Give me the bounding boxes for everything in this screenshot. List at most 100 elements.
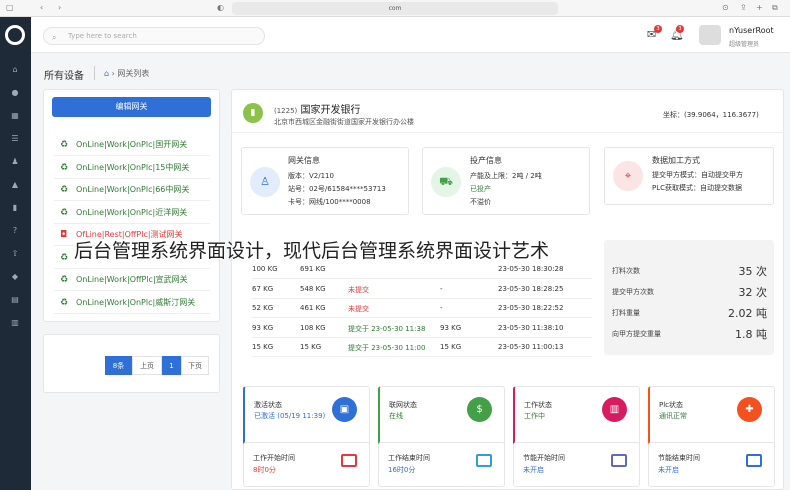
table-cell-b: 691 KG — [300, 265, 326, 273]
time-card: 工作开始时间 8时0分 — [243, 442, 370, 487]
table-row: 15 KG 15 KG 提交于 23-05-30 11:00 15 KG 23-05-3… — [252, 338, 592, 357]
page-number-button[interactable]: 1 — [162, 356, 181, 375]
chat-icon — [611, 454, 627, 467]
lock-icon: ▣ — [332, 397, 357, 422]
time-card-title: 节能开始时间 — [523, 454, 565, 462]
stat-row: 打料次数 35 次 — [612, 265, 768, 284]
window-icon — [476, 454, 492, 467]
edit-gateway-button[interactable]: 编辑网关 — [52, 97, 211, 117]
avatar[interactable] — [699, 25, 721, 45]
info-line: 卡号：网线/100****0008 — [288, 198, 371, 206]
gateway-status-icon: ♻ — [60, 297, 69, 308]
coord-value: (39.9064，116.3677) — [684, 111, 759, 119]
table-cell-status: 未提交 — [348, 285, 369, 294]
status-card-value: 已激活 (05/19 11:39) — [254, 412, 326, 420]
stat-value: 2.02 吨 — [728, 307, 767, 320]
sidebar-toggle-icon[interactable]: ▢ — [6, 3, 14, 12]
gateway-label: OnLine|Work|OffPlc|宣武网关 — [76, 275, 188, 284]
table-cell-a: 15 KG — [252, 343, 274, 351]
info-line: 已投产 — [470, 185, 491, 193]
gateway-item[interactable]: ♻ OnLine|Work|OnPlc|国开网关 — [54, 134, 210, 156]
gateway-status-icon: ♻ — [60, 207, 69, 218]
new-tab-icon[interactable]: + — [756, 3, 763, 12]
address-bar[interactable]: com — [232, 2, 558, 15]
tag-icon[interactable]: ◆ — [8, 272, 22, 282]
forward-icon[interactable]: › — [58, 3, 61, 12]
search-icon: ⌕ — [52, 33, 57, 42]
gateway-label: OnLine|Work|OnPlc|近洋网关 — [76, 207, 188, 217]
table-cell-b: 461 KG — [300, 304, 326, 312]
stat-label: 提交甲方次数 — [612, 288, 654, 296]
device-address: 北京市西城区金融街街道国家开发银行办公楼 — [274, 118, 414, 126]
upload-icon[interactable]: ⇧ — [8, 249, 22, 259]
table-cell-a: 100 KG — [252, 265, 278, 273]
time-card-value: 8时0分 — [253, 466, 276, 474]
time-card-title: 工作开始时间 — [253, 454, 295, 462]
time-card: 工作结束时间 16时0分 — [378, 442, 505, 487]
tabs-icon[interactable]: ⧉ — [772, 3, 778, 13]
table-cell-time: 23-05-30 18:28:25 — [498, 284, 564, 293]
back-icon[interactable]: ‹ — [40, 3, 43, 12]
gateway-status-icon: ◘ — [60, 230, 68, 240]
table-cell-c: 15 KG — [440, 343, 462, 351]
username[interactable]: nYuserRoot — [729, 26, 774, 35]
user-icon[interactable]: ♟ — [8, 157, 22, 167]
gateway-item[interactable]: ♻ OnLine|Work|OnPlc|近洋网关 — [54, 202, 210, 224]
gateway-status-icon: ♻ — [60, 252, 69, 263]
stat-value: 32 次 — [738, 286, 768, 299]
file-icon[interactable]: ▤ — [8, 295, 22, 305]
grid-icon[interactable]: ▦ — [8, 111, 22, 121]
chart-icon[interactable]: ▮ — [8, 203, 22, 213]
doc-icon[interactable]: ▥ — [8, 318, 22, 328]
page-size-select[interactable]: 8条 — [105, 356, 132, 375]
top-bar: ⌕ Type here to search ✉ 3 🔔︎ 3 nYuserRoo… — [31, 17, 790, 53]
table-row: 93 KG 108 KG 提交于 23-05-30 11:38 93 KG 23-05-… — [252, 319, 592, 338]
warning-icon[interactable]: ▲ — [8, 180, 22, 190]
privacy-icon: ◐ — [217, 3, 224, 12]
gateway-item[interactable]: ♻ OnLine|Work|OnPlc|66中网关 — [54, 179, 210, 201]
share-icon[interactable]: ⇪ — [740, 3, 747, 12]
stat-row: 打料重量 2.02 吨 — [612, 307, 767, 326]
table-cell-status: 未提交 — [348, 305, 369, 313]
side-nav: ⌂ ● ▦ ☰ ♟ ▲ ▮ ? ⇧ ◆ ▤ ▥ — [0, 17, 31, 490]
status-card-title: 激活状态 — [254, 401, 282, 409]
calendar-icon — [341, 454, 357, 467]
next-page-button[interactable]: 下页 — [181, 356, 209, 375]
gateway-status-icon: ♻ — [60, 140, 69, 150]
gateway-item[interactable]: ♻ OnLine|Work|OnPlc|威斯汀网关 — [54, 292, 210, 314]
divider — [231, 132, 784, 133]
gateway-item[interactable]: ♻ OnLine|Work|OffPlc|宣武网关 — [54, 269, 210, 291]
user-role: 超级管理员 — [729, 41, 760, 48]
download-icon[interactable]: ⊙ — [722, 3, 729, 12]
dollar-icon: $ — [467, 397, 492, 422]
status-card-title: 工作状态 — [524, 401, 552, 409]
divider — [94, 66, 95, 80]
gateway-status-icon: ♻ — [60, 275, 69, 285]
home-icon[interactable]: ⌂ — [104, 69, 109, 78]
help-icon[interactable]: ? — [8, 226, 22, 236]
home-icon[interactable]: ⌂ — [8, 65, 22, 75]
logo-icon[interactable] — [5, 25, 25, 45]
search-input[interactable]: ⌕ Type here to search — [43, 27, 265, 45]
table-cell-status: 提交于 23-05-30 11:00 — [348, 344, 426, 352]
drop-icon[interactable]: ● — [8, 88, 22, 98]
info-card-title: 投产信息 — [470, 156, 502, 165]
time-card: 节能结束时间 未开启 — [648, 442, 775, 487]
table-cell-b: 548 KG — [300, 284, 326, 293]
gateway-item[interactable]: ♻ OnLine|Work|OnPlc|15中网关 — [54, 157, 210, 179]
stat-row: 提交甲方次数 32 次 — [612, 286, 768, 305]
browser-toolbar: ▢ ‹ › ◐ com ⊙ ⇪ + ⧉ — [0, 0, 790, 17]
truck-icon — [746, 454, 762, 467]
prev-page-button[interactable]: 上页 — [132, 356, 162, 375]
stat-row: 向甲方提交重量 1.8 吨 — [612, 328, 767, 347]
info-card-title: 数据加工方式 — [652, 156, 700, 165]
list-icon[interactable]: ☰ — [8, 134, 22, 144]
time-card-title: 节能结束时间 — [658, 454, 700, 462]
gateway-label: OnLine|Work|OnPlc|威斯汀网关 — [76, 297, 196, 307]
table-cell-time: 23-05-30 11:38:10 — [498, 323, 564, 332]
coord-label: 坐标： — [663, 111, 684, 119]
truck-icon: ⛟ — [431, 167, 461, 197]
table-cell-time: 23-05-30 18:22:52 — [498, 304, 564, 312]
bell-badge: 3 — [676, 25, 684, 33]
stat-value: 35 次 — [738, 265, 768, 278]
